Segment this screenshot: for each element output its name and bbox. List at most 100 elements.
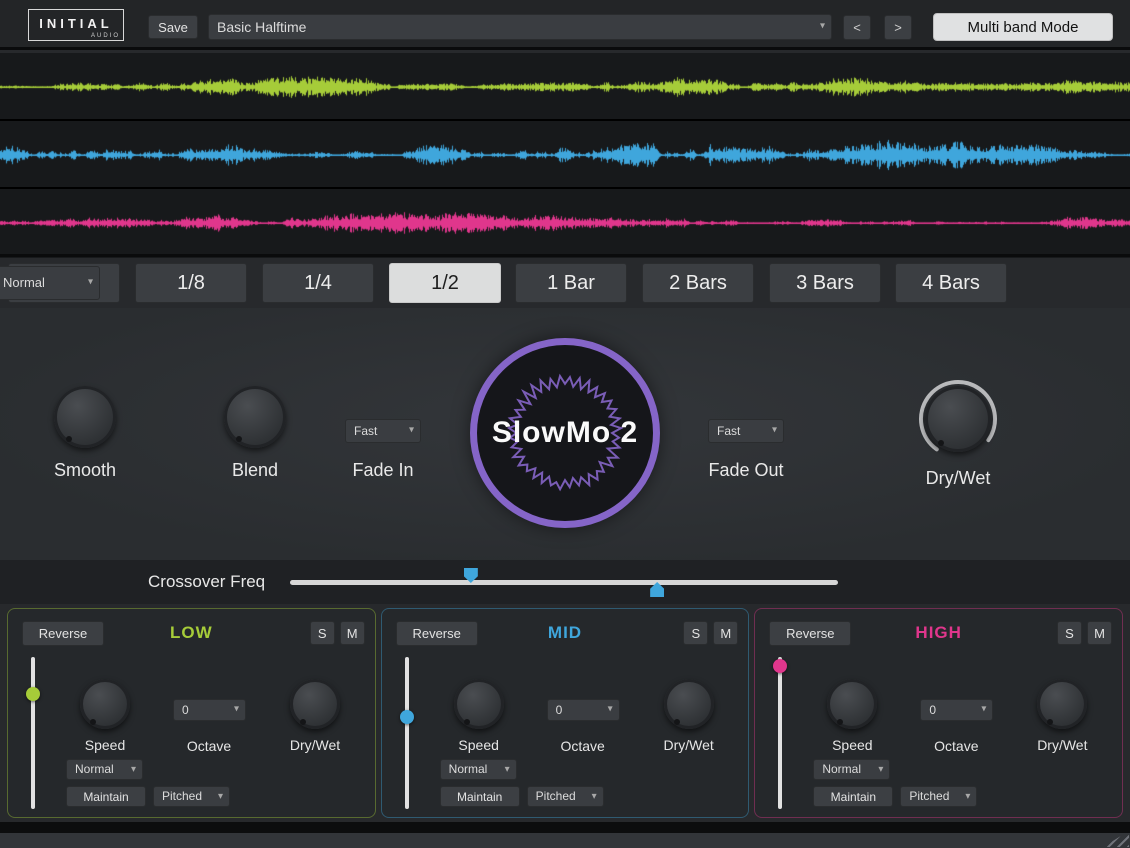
fade-out-dropdown[interactable]: Fast (708, 419, 784, 443)
division-button-4-bars[interactable]: 4 Bars (895, 263, 1007, 303)
playback-mode-dropdown[interactable]: Normal (0, 266, 100, 300)
slider-track (31, 657, 35, 809)
band-drywet-knob[interactable] (290, 679, 340, 729)
octave-value: 0 (929, 703, 936, 717)
knob-indicator-dot (464, 719, 470, 725)
slider-handle[interactable] (26, 687, 40, 701)
knob-indicator-dot (90, 719, 96, 725)
pitch-mode-value: Pitched (162, 789, 202, 803)
maintain-button[interactable]: Maintain (813, 786, 893, 807)
band-level-slider[interactable] (773, 657, 787, 809)
band-level-slider[interactable] (400, 657, 414, 809)
crossover-handle-mid-high[interactable] (650, 582, 664, 597)
fade-in-label: Fade In (323, 460, 443, 481)
fade-in-value: Fast (354, 424, 377, 438)
crossover-slider[interactable] (290, 580, 838, 585)
solo-button[interactable]: S (310, 621, 335, 645)
blend-knob[interactable] (224, 386, 286, 448)
mute-button[interactable]: M (1087, 621, 1112, 645)
division-button-row: 1/16 1/8 1/4 1/2 1 Bar 2 Bars 3 Bars 4 B… (0, 261, 1130, 308)
save-button[interactable]: Save (148, 15, 198, 39)
speed-knob[interactable] (827, 679, 877, 729)
octave-label: Octave (545, 738, 621, 754)
division-button-2-bars[interactable]: 2 Bars (642, 263, 754, 303)
slider-handle[interactable] (773, 659, 787, 673)
logo-text: INITIAL (39, 16, 113, 31)
octave-value: 0 (182, 703, 189, 717)
next-preset-button[interactable]: > (884, 15, 912, 40)
mute-button[interactable]: M (340, 621, 365, 645)
octave-dropdown[interactable]: 0 (547, 699, 620, 721)
smooth-label: Smooth (25, 460, 145, 481)
fade-out-value: Fast (717, 424, 740, 438)
knob-indicator-dot (837, 719, 843, 725)
main-control-section: Smooth Blend Fast Fade In SlowMo 2 Fast … (0, 308, 1130, 560)
band-drywet-label: Dry/Wet (1025, 737, 1099, 753)
speed-mode-value: Normal (449, 762, 488, 776)
high-band-waveform (0, 191, 1130, 255)
octave-dropdown[interactable]: 0 (920, 699, 993, 721)
crossover-handle-low-mid[interactable] (464, 568, 478, 583)
reverse-button[interactable]: Reverse (396, 621, 478, 646)
slider-handle[interactable] (400, 710, 414, 724)
speed-mode-value: Normal (822, 762, 861, 776)
waveform-row-high (0, 189, 1130, 257)
octave-label: Octave (918, 738, 994, 754)
band-level-slider[interactable] (26, 657, 40, 809)
speed-mode-dropdown[interactable]: Normal (813, 759, 890, 780)
band-drywet-knob[interactable] (664, 679, 714, 729)
speed-mode-dropdown[interactable]: Normal (440, 759, 517, 780)
slider-track (778, 657, 782, 809)
plugin-title: SlowMo 2 (477, 345, 653, 521)
reverse-button[interactable]: Reverse (769, 621, 851, 646)
division-button-3-bars[interactable]: 3 Bars (769, 263, 881, 303)
pitch-mode-value: Pitched (909, 789, 949, 803)
low-band-waveform (0, 55, 1130, 119)
slowmo-logo-emblem: SlowMo 2 (470, 338, 660, 528)
slider-track (405, 657, 409, 809)
prev-preset-button[interactable]: < (843, 15, 871, 40)
speed-label: Speed (70, 737, 140, 753)
fade-in-dropdown[interactable]: Fast (345, 419, 421, 443)
initial-audio-logo: INITIAL AUDIO (28, 9, 124, 41)
status-bar (0, 833, 1130, 848)
speed-mode-value: Normal (75, 762, 114, 776)
solo-button[interactable]: S (1057, 621, 1082, 645)
division-button-1-4[interactable]: 1/4 (262, 263, 374, 303)
maintain-button[interactable]: Maintain (440, 786, 520, 807)
band-drywet-knob[interactable] (1037, 679, 1087, 729)
pitch-mode-dropdown[interactable]: Pitched (153, 786, 230, 807)
reverse-button[interactable]: Reverse (22, 621, 104, 646)
speed-mode-dropdown[interactable]: Normal (66, 759, 143, 780)
octave-dropdown[interactable]: 0 (173, 699, 246, 721)
blend-label: Blend (195, 460, 315, 481)
maintain-button[interactable]: Maintain (66, 786, 146, 807)
waveform-row-low (0, 53, 1130, 121)
speed-knob[interactable] (454, 679, 504, 729)
waveform-display (0, 53, 1130, 258)
division-button-1-8[interactable]: 1/8 (135, 263, 247, 303)
band-drywet-label: Dry/Wet (278, 737, 352, 753)
solo-button[interactable]: S (683, 621, 708, 645)
knob-indicator-dot (66, 436, 72, 442)
knob-indicator-dot (236, 436, 242, 442)
speed-knob[interactable] (80, 679, 130, 729)
division-button-1-bar[interactable]: 1 Bar (515, 263, 627, 303)
knob-indicator-dot (300, 719, 306, 725)
multi-band-mode-button[interactable]: Multi band Mode (933, 13, 1113, 41)
pitch-mode-dropdown[interactable]: Pitched (900, 786, 977, 807)
waveform-row-mid (0, 121, 1130, 189)
drywet-knob-face[interactable] (925, 386, 991, 452)
drywet-knob[interactable] (917, 378, 999, 460)
drywet-label: Dry/Wet (898, 468, 1018, 489)
logo-subtext: AUDIO (91, 33, 120, 39)
knob-indicator-dot (674, 719, 680, 725)
band-panel-high: Reverse HIGH S M Speed 0 Octave Dry/Wet … (754, 608, 1123, 818)
preset-name: Basic Halftime (217, 19, 306, 35)
preset-dropdown[interactable]: Basic Halftime (208, 14, 832, 40)
mute-button[interactable]: M (713, 621, 738, 645)
division-button-1-2[interactable]: 1/2 (389, 263, 501, 303)
knob-indicator-dot (938, 440, 944, 446)
smooth-knob[interactable] (54, 386, 116, 448)
pitch-mode-dropdown[interactable]: Pitched (527, 786, 604, 807)
